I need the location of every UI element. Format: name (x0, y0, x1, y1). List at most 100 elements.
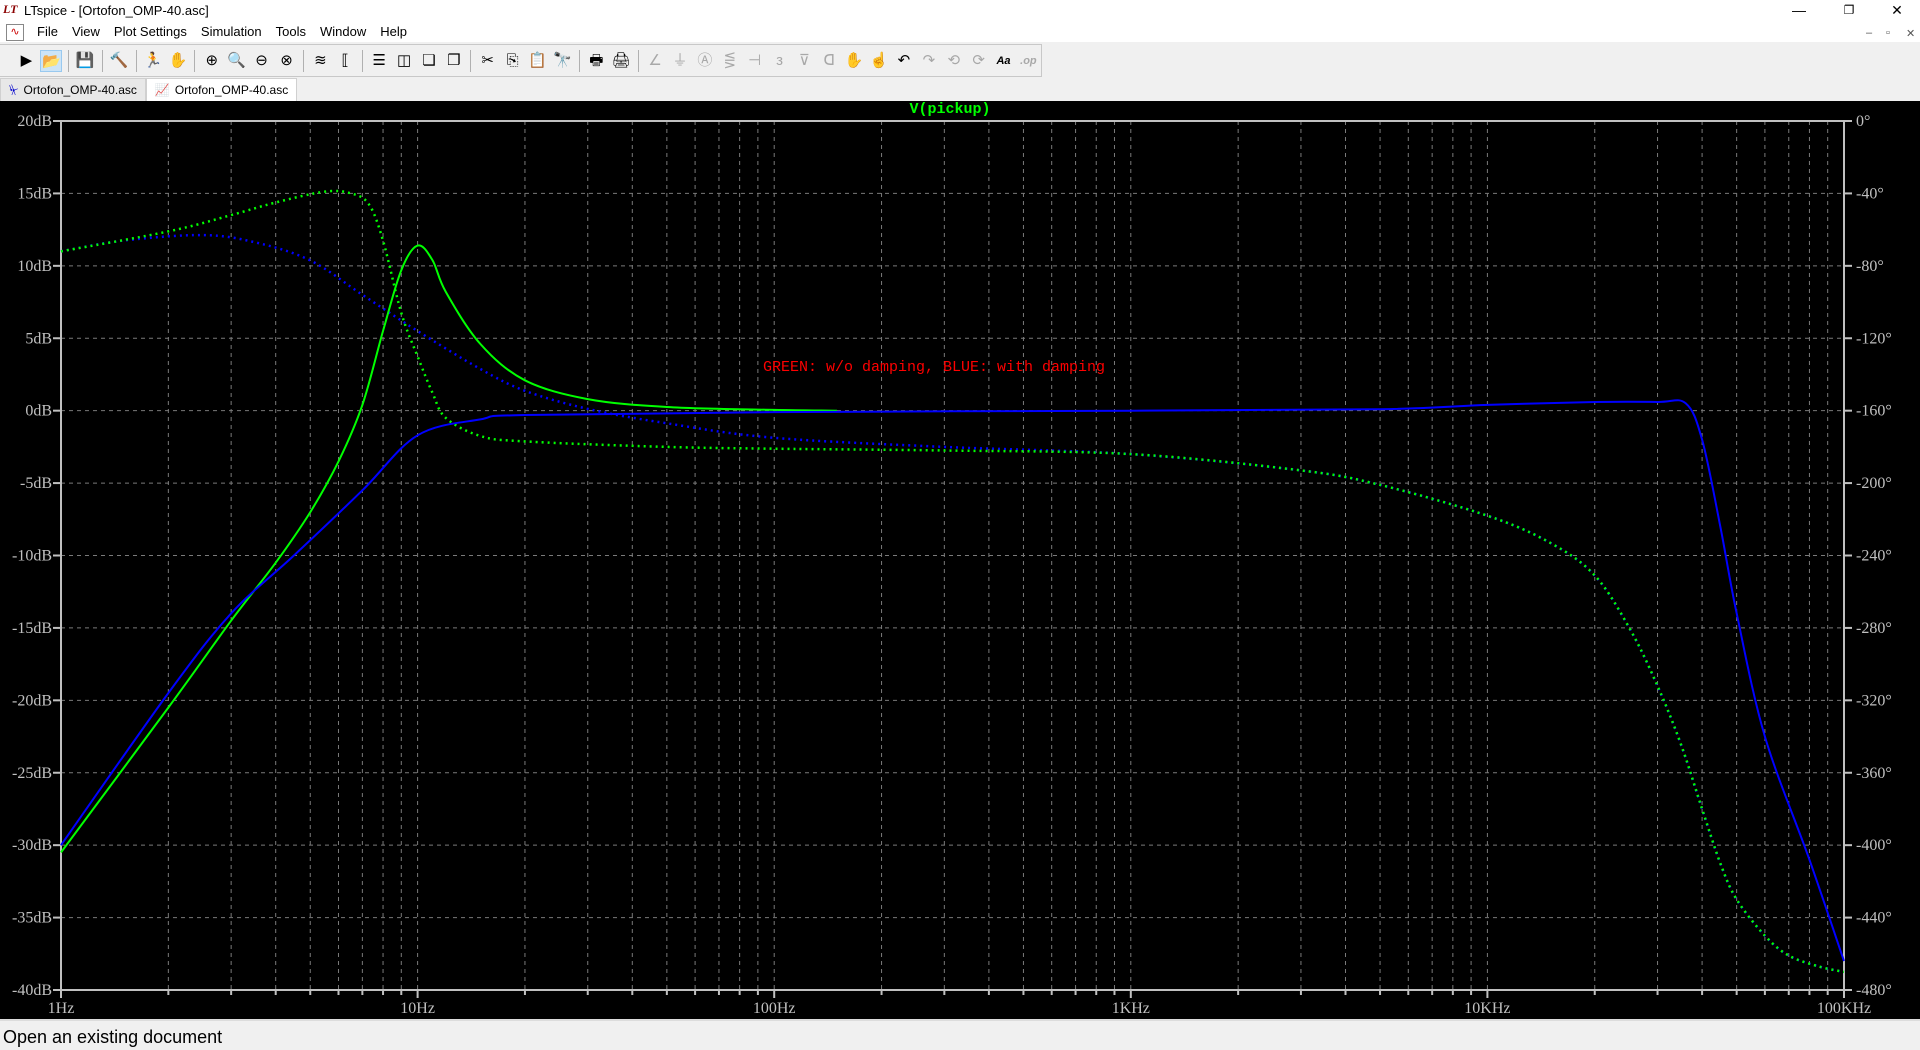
zoom-in-icon[interactable]: ⊕ (201, 50, 223, 72)
capacitor-icon[interactable]: ⊣ (744, 50, 766, 72)
y-tick-label: 10dB (17, 258, 52, 275)
halt-icon[interactable]: ✋ (167, 50, 189, 72)
toolbar-separator (578, 49, 580, 72)
y2-tick-label: -40° (1856, 185, 1884, 202)
redo-icon[interactable]: ↷ (918, 50, 940, 72)
component-icon[interactable]: ᗡ (818, 50, 840, 72)
mdi-close-button[interactable]: ✕ (1906, 27, 1915, 40)
toolbar-separator (67, 49, 69, 72)
zoom-out-icon[interactable]: ⊖ (251, 50, 273, 72)
paste-icon[interactable]: 📋 (527, 50, 549, 72)
close-button[interactable]: ✕ (1874, 0, 1920, 22)
toolbar-separator (361, 49, 363, 72)
run-icon[interactable]: ▶ (16, 50, 38, 72)
x-tick-label: 1Hz (48, 1000, 75, 1017)
minimize-button[interactable]: — (1776, 0, 1822, 22)
waveform-icon: 📈 (154, 83, 170, 97)
x-tick-label: 100Hz (753, 1000, 796, 1017)
y-tick-label: -40dB (12, 982, 52, 999)
save-icon[interactable]: 💾 (74, 50, 96, 72)
menu-help[interactable]: Help (373, 24, 414, 39)
zoom-area-icon[interactable]: 🔍 (226, 50, 248, 72)
y-tick-label: -25dB (12, 765, 52, 782)
diode-icon[interactable]: ⊽ (793, 50, 815, 72)
spice-directive-icon[interactable]: .op (1017, 50, 1039, 72)
trace-green-phase[interactable] (60, 189, 1845, 974)
inductor-icon[interactable]: з (769, 50, 791, 72)
status-bar: Open an existing document (0, 1019, 1920, 1050)
drag-icon[interactable]: ☝ (868, 50, 890, 72)
print-icon[interactable]: 🖨 (610, 50, 632, 72)
document-tabs: ⏧ Ortofon_OMP-40.asc 📈 Ortofon_OMP-40.asc (0, 78, 1920, 101)
plot-canvas[interactable]: 20dB 15dB 10dB 5dB 0dB -5dB -10dB -15dB -20dB -25… (0, 101, 1920, 1019)
move-icon[interactable]: ✋ (843, 50, 865, 72)
mirror-icon[interactable]: ⟳ (968, 50, 990, 72)
menu-view[interactable]: View (65, 24, 107, 39)
menu-simulation[interactable]: Simulation (194, 24, 269, 39)
y-tick-label: -20dB (12, 692, 52, 709)
y-tick-label: 5dB (25, 330, 52, 347)
y2-tick-label: -480° (1856, 982, 1892, 999)
tile-vertical-icon[interactable]: ◫ (393, 50, 415, 72)
y-tick-label: -5dB (20, 475, 52, 492)
maximize-button[interactable]: ❐ (1826, 0, 1872, 22)
y-tick-label: -30dB (12, 837, 52, 854)
trace-blue-magnitude[interactable] (60, 399, 1845, 962)
y2-tick-label: -440° (1856, 910, 1892, 927)
tab-label: Ortofon_OMP-40.asc (174, 83, 289, 97)
cascade-icon[interactable]: ❏ (418, 50, 440, 72)
rotate-icon[interactable]: ⟲ (943, 50, 965, 72)
y-tick-label: -35dB (12, 910, 52, 927)
zoom-cancel-icon[interactable]: ⊗ (276, 50, 298, 72)
cut-icon[interactable]: ✂ (477, 50, 499, 72)
y2-tick-label: -240° (1856, 548, 1892, 565)
text-icon[interactable]: Aa (993, 50, 1015, 72)
x-tick-label: 1KHz (1112, 1000, 1150, 1017)
menu-plot-settings[interactable]: Plot Settings (107, 24, 194, 39)
mdi-restore-button[interactable]: ▫ (1886, 27, 1890, 39)
window-title: LTspice - [Ortofon_OMP-40.asc] (24, 3, 209, 18)
tab-schematic[interactable]: ⏧ Ortofon_OMP-40.asc (0, 78, 146, 101)
menu-window[interactable]: Window (313, 24, 373, 39)
page-setup-icon[interactable]: 🖶 (585, 50, 607, 72)
resistor-icon[interactable]: ⋚ (719, 50, 741, 72)
ground-icon[interactable]: ⏚ (669, 50, 691, 72)
y-tick-label: -15dB (12, 620, 52, 637)
y-tick-label: 0dB (25, 403, 52, 420)
y2-tick-label: 0° (1856, 113, 1870, 130)
undo-icon[interactable]: ↶ (893, 50, 915, 72)
toolbar-separator (470, 49, 472, 72)
tab-waveform[interactable]: 📈 Ortofon_OMP-40.asc (145, 78, 298, 101)
y2-tick-label: -360° (1856, 765, 1892, 782)
y2-tick-label: -400° (1856, 837, 1892, 854)
y2-tick-label: -80° (1856, 258, 1884, 275)
trace-title[interactable]: V(pickup) (909, 101, 990, 118)
copy-icon[interactable]: ⎘ (502, 50, 524, 72)
waveform-doc-icon[interactable]: ∿ (6, 24, 24, 41)
title-bar: LT LTspice - [Ortofon_OMP-40.asc] — ❐ ✕ (0, 0, 1920, 22)
find-icon[interactable]: 🔭 (551, 50, 573, 72)
waveform-plot[interactable]: 20dB 15dB 10dB 5dB 0dB -5dB -10dB -15dB -20dB -25… (0, 101, 1920, 1019)
arrange-icon[interactable]: ❐ (443, 50, 465, 72)
control-panel-icon[interactable]: 🔨 (108, 50, 130, 72)
add-trace-icon[interactable]: ⟦ (334, 50, 356, 72)
mdi-minimize-button[interactable]: – (1866, 27, 1872, 39)
run-simulation-icon[interactable]: 🏃 (142, 50, 164, 72)
trace-blue-phase[interactable] (60, 233, 1845, 974)
toolbar: ▶ 📂 💾 🔨 🏃 ✋ ⊕ 🔍 ⊖ ⊗ ≋ ⟦ ☰ ◫ ❏ ❐ ✂ ⎘ 📋 🔭 🖶 🖨 ∠ ⏚ Ⓐ ⋚ ⊣ з ⊽ ᗡ ✋ ☝ ↶ ↷ ⟲ ⟳ Aa .o… (0, 44, 1042, 77)
menu-tools[interactable]: Tools (269, 24, 313, 39)
y2-tick-label: -160° (1856, 403, 1892, 420)
menu-bar: ∿ File View Plot Settings Simulation Tools Wi… (0, 22, 1920, 42)
trace-green-magnitude[interactable] (60, 244, 838, 854)
wire-icon[interactable]: ∠ (644, 50, 666, 72)
menu-file[interactable]: File (30, 24, 65, 39)
label-icon[interactable]: Ⓐ (694, 50, 716, 72)
toolbar-separator (637, 49, 639, 72)
autorange-icon[interactable]: ≋ (309, 50, 331, 72)
tile-horizontal-icon[interactable]: ☰ (368, 50, 390, 72)
x-tick-label: 10KHz (1464, 1000, 1510, 1017)
y-tick-label: -10dB (12, 548, 52, 565)
y2-tick-label: -280° (1856, 620, 1892, 637)
open-icon[interactable]: 📂 (40, 49, 63, 72)
toolbar-separator (101, 49, 103, 72)
